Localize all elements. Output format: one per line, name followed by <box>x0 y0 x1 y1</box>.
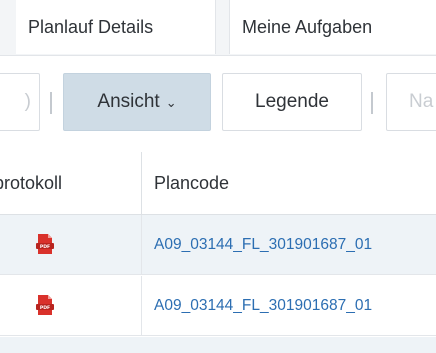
protokoll-cell: PDF <box>0 276 140 336</box>
toolbar: ) Ansicht ⌄ Legende Na <box>0 56 436 208</box>
toolbar-separator <box>50 92 52 114</box>
column-header-label: protokoll <box>0 172 63 193</box>
column-header-label: Plancode <box>154 172 230 193</box>
toolbar-separator <box>371 92 373 114</box>
column-header-plancode[interactable]: Plancode <box>141 152 436 214</box>
protokoll-cell: PDF <box>0 215 140 275</box>
tab-meine-aufgaben[interactable]: Meine Aufgaben <box>229 0 436 54</box>
partial-button-label: Na <box>409 91 434 112</box>
table-header: protokoll Plancode <box>0 152 436 215</box>
table-row[interactable] <box>0 337 436 353</box>
toolbar-button-partial-left[interactable]: ) <box>0 73 40 131</box>
tab-bar: Planlauf Details Meine Aufgaben <box>0 0 436 56</box>
view-menu-button[interactable]: Ansicht ⌄ <box>63 73 211 131</box>
svg-text:PDF: PDF <box>40 305 50 311</box>
table-row[interactable]: PDF A09_03144_FL_301901687_01 <box>0 276 436 336</box>
toolbar-button-partial-right[interactable]: Na <box>386 73 436 131</box>
svg-text:PDF: PDF <box>40 244 50 250</box>
tab-label: Planlauf Details <box>28 16 154 37</box>
tab-planlauf-details[interactable]: Planlauf Details <box>16 0 216 54</box>
pdf-icon[interactable]: PDF <box>35 294 55 316</box>
partial-button-label: ) <box>24 91 31 112</box>
plancode-link[interactable]: A09_03144_FL_301901687_01 <box>141 276 436 336</box>
tab-label: Meine Aufgaben <box>242 16 373 37</box>
column-header-protokoll[interactable]: protokoll <box>0 152 140 214</box>
chevron-down-icon: ⌄ <box>165 95 177 110</box>
view-button-label: Ansicht <box>97 91 160 112</box>
pdf-icon[interactable]: PDF <box>35 233 55 255</box>
table-row[interactable]: PDF A09_03144_FL_301901687_01 <box>0 215 436 275</box>
plancode-link[interactable]: A09_03144_FL_301901687_01 <box>141 215 436 275</box>
plan-table: protokoll Plancode PDF A09_03144_FL_3019… <box>0 152 436 353</box>
legend-button-label: Legende <box>255 91 329 112</box>
legend-button[interactable]: Legende <box>222 73 362 131</box>
